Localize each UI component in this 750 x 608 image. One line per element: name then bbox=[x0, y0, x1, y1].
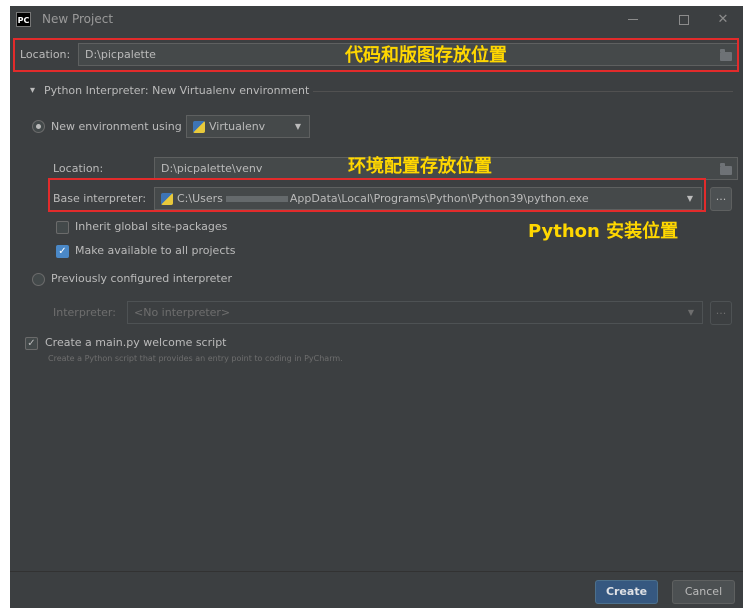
previous-interpreter-label: Previously configured interpreter bbox=[51, 272, 232, 285]
annotation-code-location: 代码和版图存放位置 bbox=[345, 45, 507, 66]
chevron-down-icon: ▼ bbox=[687, 308, 694, 317]
new-project-dialog: PC New Project ✕ Location: D:\picpalette… bbox=[10, 6, 743, 608]
inherit-site-packages-checkbox[interactable] bbox=[56, 221, 69, 234]
chevron-down-icon: ▼ bbox=[294, 122, 301, 131]
minimize-button[interactable] bbox=[622, 10, 644, 30]
welcome-script-checkbox[interactable]: ✓ bbox=[25, 337, 38, 350]
section-divider bbox=[313, 91, 733, 92]
interpreter-browse-button[interactable]: ... bbox=[710, 301, 732, 325]
close-button[interactable]: ✕ bbox=[712, 10, 734, 30]
close-icon: ✕ bbox=[717, 12, 729, 27]
welcome-script-label: Create a main.py welcome script bbox=[45, 336, 227, 349]
maximize-icon bbox=[679, 14, 689, 25]
venv-location-value: D:\picpalette\venv bbox=[161, 162, 263, 175]
interpreter-value: <No interpreter> bbox=[134, 306, 231, 319]
annotation-python-install: Python 安装位置 bbox=[528, 221, 679, 242]
check-icon: ✓ bbox=[58, 246, 67, 257]
interpreter-expand-icon[interactable]: ▾ bbox=[30, 85, 35, 96]
annotation-env-location: 环境配置存放位置 bbox=[348, 156, 492, 177]
pycharm-logo-icon: PC bbox=[16, 12, 31, 27]
maximize-button[interactable] bbox=[673, 10, 695, 30]
browse-button[interactable]: ... bbox=[710, 187, 732, 211]
make-available-label: Make available to all projects bbox=[75, 244, 236, 257]
create-button[interactable]: Create bbox=[595, 580, 658, 604]
welcome-script-description: Create a Python script that provides an … bbox=[48, 354, 343, 363]
make-available-checkbox[interactable]: ✓ bbox=[56, 245, 69, 258]
previous-interpreter-radio[interactable] bbox=[32, 273, 45, 286]
inherit-site-packages-label: Inherit global site-packages bbox=[75, 220, 228, 233]
minimize-icon bbox=[628, 19, 638, 20]
interpreter-section-header[interactable]: Python Interpreter: New Virtualenv envir… bbox=[44, 84, 309, 97]
venv-location-label: Location: bbox=[53, 162, 104, 175]
new-environment-radio[interactable] bbox=[32, 120, 45, 133]
new-environment-label: New environment using bbox=[51, 120, 182, 133]
title-bar: PC New Project ✕ bbox=[10, 6, 743, 34]
window-title: New Project bbox=[42, 12, 114, 26]
folder-icon[interactable] bbox=[720, 163, 732, 175]
python-icon bbox=[193, 121, 205, 133]
footer-divider bbox=[10, 571, 743, 572]
cancel-button[interactable]: Cancel bbox=[672, 580, 735, 604]
interpreter-label: Interpreter: bbox=[53, 306, 116, 319]
environment-tool-value: Virtualenv bbox=[209, 120, 266, 133]
check-icon: ✓ bbox=[27, 338, 36, 349]
environment-tool-select[interactable]: Virtualenv ▼ bbox=[186, 115, 310, 138]
base-interpreter-highlight-box bbox=[48, 178, 706, 212]
interpreter-select[interactable]: <No interpreter> ▼ bbox=[127, 301, 703, 324]
